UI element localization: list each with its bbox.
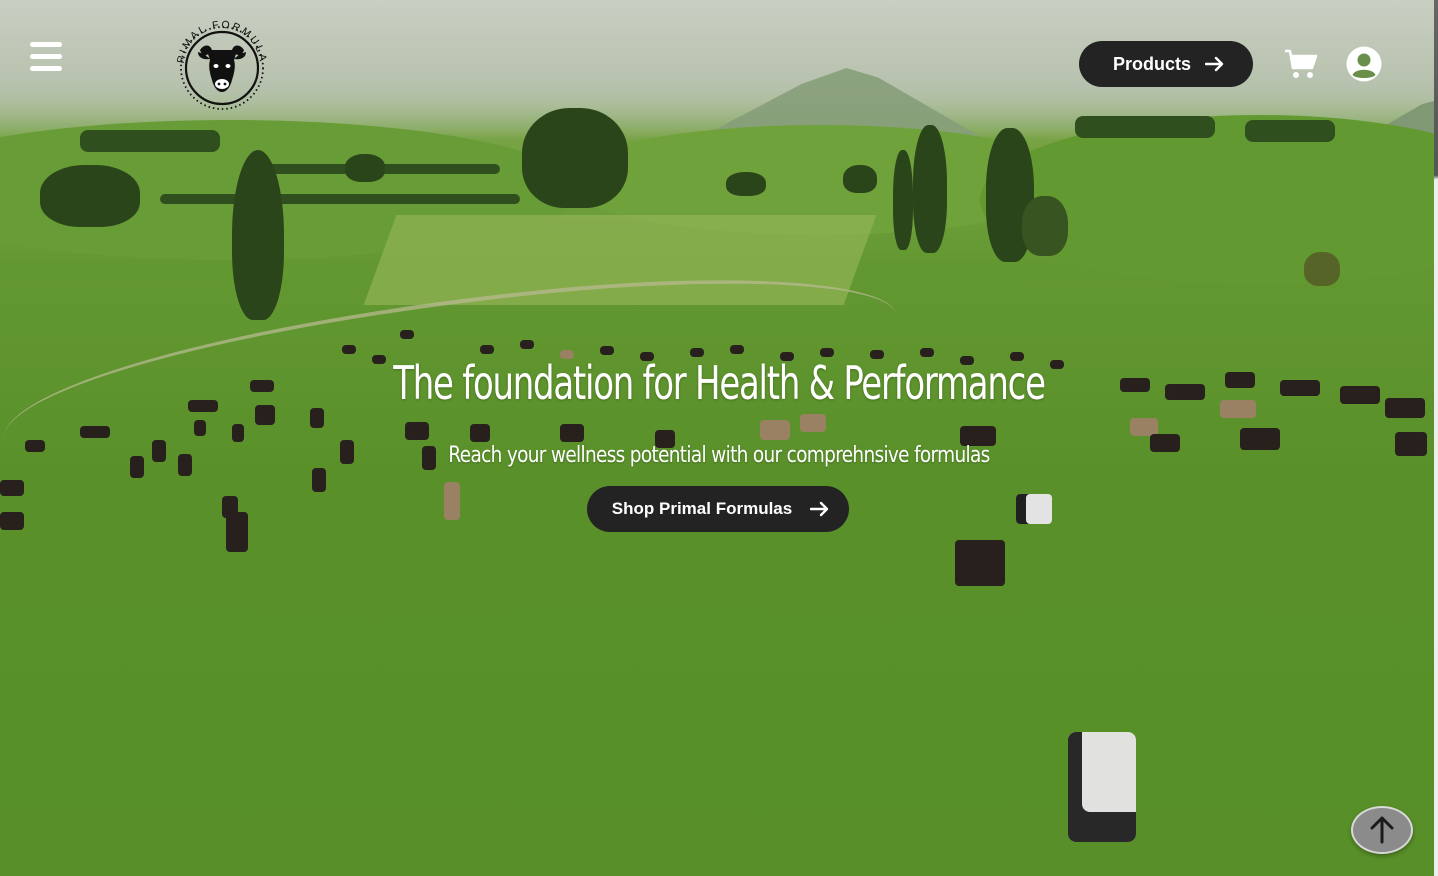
cow-head-logo: PRIMAL FORMULAS (165, 1, 267, 110)
arrow-up-icon (1370, 816, 1394, 844)
scroll-to-top-button[interactable] (1351, 806, 1413, 854)
shop-button-label: Shop Primal Formulas (611, 499, 793, 518)
products-button-label: Products (1112, 53, 1191, 74)
user-circle-icon[interactable] (1346, 46, 1382, 82)
shop-primal-formulas-button[interactable]: Shop Primal Formulas (587, 486, 849, 532)
menu-button[interactable] (30, 42, 62, 72)
hero-subtitle: Reach your wellness potential with our c… (448, 443, 990, 468)
shopping-cart-icon[interactable] (1284, 48, 1318, 80)
image-overlay (0, 0, 1438, 876)
hero-section: PRIMAL FORMULAS Products (0, 0, 1438, 876)
menu-line (30, 54, 62, 59)
site-logo[interactable]: PRIMAL FORMULAS (165, 1, 274, 114)
hero-title: The foundation for Health & Performance (393, 356, 1046, 410)
scrollbar[interactable] (1434, 0, 1438, 876)
hamburger-menu-icon (30, 42, 62, 47)
arrow-right-icon (810, 501, 829, 517)
arrow-right-icon (1205, 56, 1224, 72)
products-button[interactable]: Products (1079, 41, 1253, 87)
menu-line (30, 66, 62, 71)
